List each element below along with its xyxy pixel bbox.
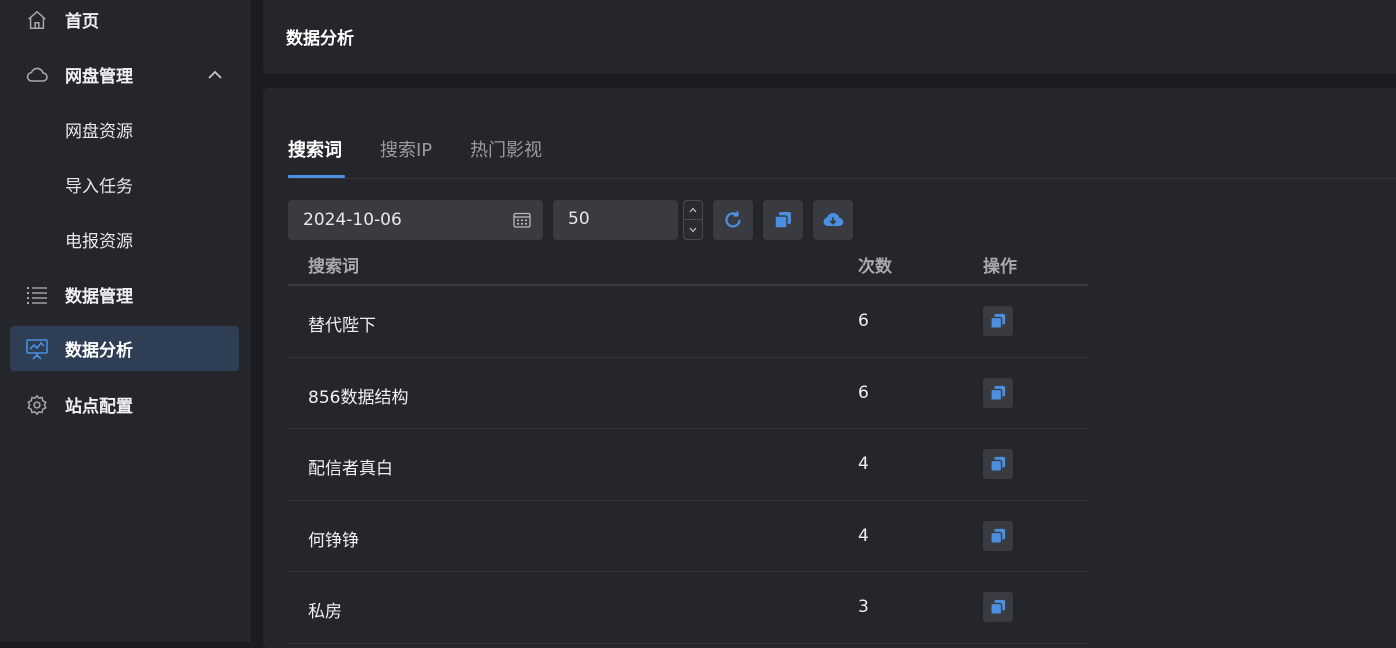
table-row: 私房 3: [288, 572, 1088, 644]
calendar-icon[interactable]: [513, 212, 531, 228]
copy-icon: [990, 599, 1006, 615]
chart-board-icon: [25, 337, 49, 361]
page-header: 数据分析: [263, 0, 1396, 74]
table-row: 856数据结构 6: [288, 358, 1088, 429]
cloud-icon: [25, 63, 49, 87]
sidebar-item-label: 数据管理: [65, 287, 133, 307]
term-cell: 何铮铮: [308, 530, 359, 551]
sidebar-subitem-telegram-resources[interactable]: 电报资源: [10, 217, 239, 262]
copy-all-button[interactable]: [763, 200, 803, 240]
copy-row-button[interactable]: [983, 377, 1013, 408]
sidebar-item-label: 网盘管理: [65, 67, 133, 87]
count-cell: 4: [858, 454, 869, 474]
sidebar-item-data-analysis[interactable]: 数据分析: [10, 326, 239, 371]
copy-icon: [990, 456, 1006, 472]
download-button[interactable]: [813, 200, 853, 240]
active-tab-indicator: [288, 175, 345, 178]
sidebar-subitem-label: 导入任务: [65, 177, 133, 197]
refresh-icon: [725, 211, 741, 228]
copy-icon: [990, 313, 1006, 329]
sidebar-subitem-label: 电报资源: [65, 232, 133, 252]
tab-hot-movies[interactable]: 热门影视: [470, 136, 542, 162]
stepper-up-icon[interactable]: [684, 201, 702, 220]
copy-row-button[interactable]: [983, 306, 1013, 336]
sidebar-item-netdisk[interactable]: 网盘管理: [10, 52, 239, 97]
count-cell: 6: [858, 311, 869, 331]
term-cell: 856数据结构: [308, 387, 409, 408]
main-panel: 搜索词 搜索IP 热门影视 2024-10-06 50 搜索词 次数 操作 替代…: [263, 88, 1396, 648]
count-cell: 3: [858, 597, 869, 617]
cloud-download-icon: [823, 213, 844, 227]
column-header-action: 操作: [983, 257, 1017, 277]
copy-icon: [774, 212, 791, 229]
count-cell: 6: [858, 382, 869, 403]
copy-icon: [990, 385, 1006, 401]
column-header-term: 搜索词: [308, 257, 359, 277]
copy-row-button[interactable]: [983, 520, 1013, 551]
table-header: 搜索词 次数 操作: [288, 240, 1088, 286]
search-term-table: 搜索词 次数 操作 替代陛下 6 856数据结构 6 配信者真白 4 何铮铮 4…: [288, 240, 1088, 644]
sidebar-item-site-config[interactable]: 站点配置: [10, 382, 239, 427]
sidebar-subitem-label: 网盘资源: [65, 122, 133, 142]
sidebar: 首页 网盘管理 网盘资源 导入任务 电报资源 数据管理 数据分析 站点配置: [0, 0, 250, 642]
gear-icon: [25, 393, 49, 417]
tab-search-terms[interactable]: 搜索词: [288, 136, 342, 162]
sidebar-item-label: 首页: [65, 12, 99, 32]
table-row: 何铮铮 4: [288, 501, 1088, 572]
tab-search-ip[interactable]: 搜索IP: [380, 136, 432, 162]
table-row: 替代陛下 6: [288, 286, 1088, 358]
page-title: 数据分析: [286, 29, 354, 49]
list-icon: [25, 283, 49, 307]
refresh-button[interactable]: [713, 200, 753, 240]
copy-row-button[interactable]: [983, 592, 1013, 622]
table-row: 配信者真白 4: [288, 429, 1088, 501]
chevron-up-icon[interactable]: [207, 67, 223, 83]
home-icon: [25, 8, 49, 32]
date-picker[interactable]: 2024-10-06: [288, 200, 543, 240]
copy-icon: [990, 528, 1006, 544]
sidebar-item-label: 站点配置: [65, 397, 133, 417]
sidebar-item-label: 数据分析: [65, 341, 133, 361]
term-cell: 私房: [308, 602, 342, 622]
count-cell: 4: [858, 525, 869, 546]
copy-row-button[interactable]: [983, 449, 1013, 479]
limit-value: 50: [568, 209, 590, 229]
sidebar-subitem-import-tasks[interactable]: 导入任务: [10, 162, 239, 207]
date-value: 2024-10-06: [303, 210, 402, 230]
tab-bar: 搜索词 搜索IP 热门影视: [288, 128, 1396, 179]
limit-input[interactable]: 50: [553, 200, 678, 240]
column-header-count: 次数: [858, 257, 892, 277]
limit-stepper[interactable]: [683, 200, 703, 240]
term-cell: 配信者真白: [308, 459, 393, 479]
sidebar-item-data-management[interactable]: 数据管理: [10, 272, 239, 317]
stepper-down-icon[interactable]: [684, 220, 702, 239]
sidebar-item-home[interactable]: 首页: [10, 0, 239, 42]
sidebar-subitem-netdisk-resources[interactable]: 网盘资源: [10, 107, 239, 152]
term-cell: 替代陛下: [308, 316, 376, 336]
